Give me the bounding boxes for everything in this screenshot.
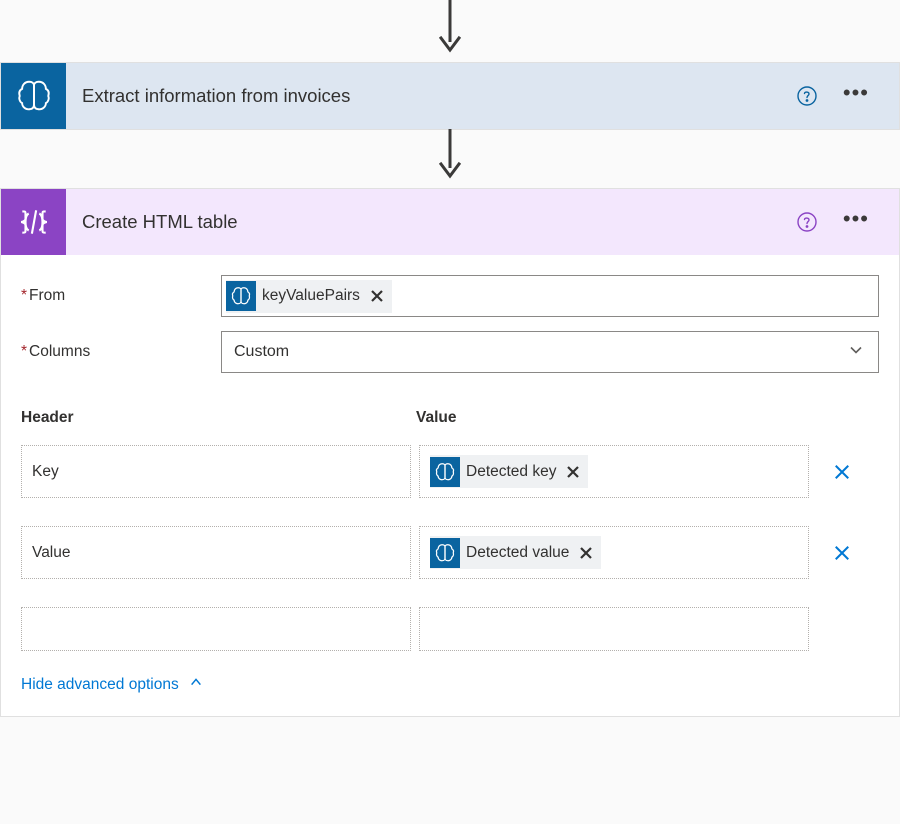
- column-header-input[interactable]: Value: [21, 526, 411, 579]
- help-icon[interactable]: [797, 212, 817, 232]
- brain-icon: [430, 538, 460, 568]
- remove-token-icon[interactable]: [366, 285, 388, 307]
- from-input[interactable]: keyValuePairs: [221, 275, 879, 317]
- action-header[interactable]: Create HTML table •••: [1, 189, 899, 255]
- columns-header-value: Value: [416, 409, 879, 427]
- action-title: Extract information from invoices: [66, 85, 797, 107]
- remove-token-icon[interactable]: [575, 542, 597, 564]
- flow-arrow: [0, 0, 900, 62]
- brain-icon: [1, 63, 66, 129]
- column-mapping-row: Value Detected value: [21, 526, 879, 579]
- brain-icon: [226, 281, 256, 311]
- hide-advanced-options-link[interactable]: Hide advanced options: [21, 661, 879, 712]
- more-icon[interactable]: •••: [843, 208, 869, 236]
- token-label: Detected key: [466, 463, 556, 481]
- action-title: Create HTML table: [66, 211, 797, 233]
- token-label: Detected value: [466, 544, 569, 562]
- columns-label: *Columns: [21, 343, 221, 361]
- columns-value: Custom: [234, 343, 289, 361]
- column-header-input[interactable]: Key: [21, 445, 411, 498]
- column-value-input[interactable]: Detected key: [419, 445, 809, 498]
- from-label: *From: [21, 287, 221, 305]
- more-icon[interactable]: •••: [843, 82, 869, 110]
- token-detected-value[interactable]: Detected value: [430, 536, 601, 569]
- remove-token-icon[interactable]: [562, 461, 584, 483]
- column-mapping-row: Key Detected key: [21, 445, 879, 498]
- action-card-extract[interactable]: Extract information from invoices •••: [0, 62, 900, 130]
- remove-row-button[interactable]: [817, 526, 867, 579]
- token-keyvaluepairs[interactable]: keyValuePairs: [226, 280, 392, 313]
- token-label: keyValuePairs: [262, 287, 360, 305]
- column-header-input[interactable]: [21, 607, 411, 651]
- token-detected-key[interactable]: Detected key: [430, 455, 588, 488]
- action-card-create-html-table: Create HTML table ••• *From: [0, 188, 900, 717]
- chevron-up-icon: [189, 675, 203, 694]
- flow-arrow: [0, 130, 900, 188]
- column-mapping-row: [21, 607, 879, 651]
- chevron-down-icon: [848, 342, 864, 363]
- columns-header-header: Header: [21, 409, 416, 427]
- columns-select[interactable]: Custom: [221, 331, 879, 373]
- column-value-input[interactable]: Detected value: [419, 526, 809, 579]
- data-operations-icon: [1, 189, 66, 255]
- remove-row-button[interactable]: [817, 445, 867, 498]
- brain-icon: [430, 457, 460, 487]
- remove-row-placeholder: [817, 607, 867, 651]
- help-icon[interactable]: [797, 86, 817, 106]
- column-value-input[interactable]: [419, 607, 809, 651]
